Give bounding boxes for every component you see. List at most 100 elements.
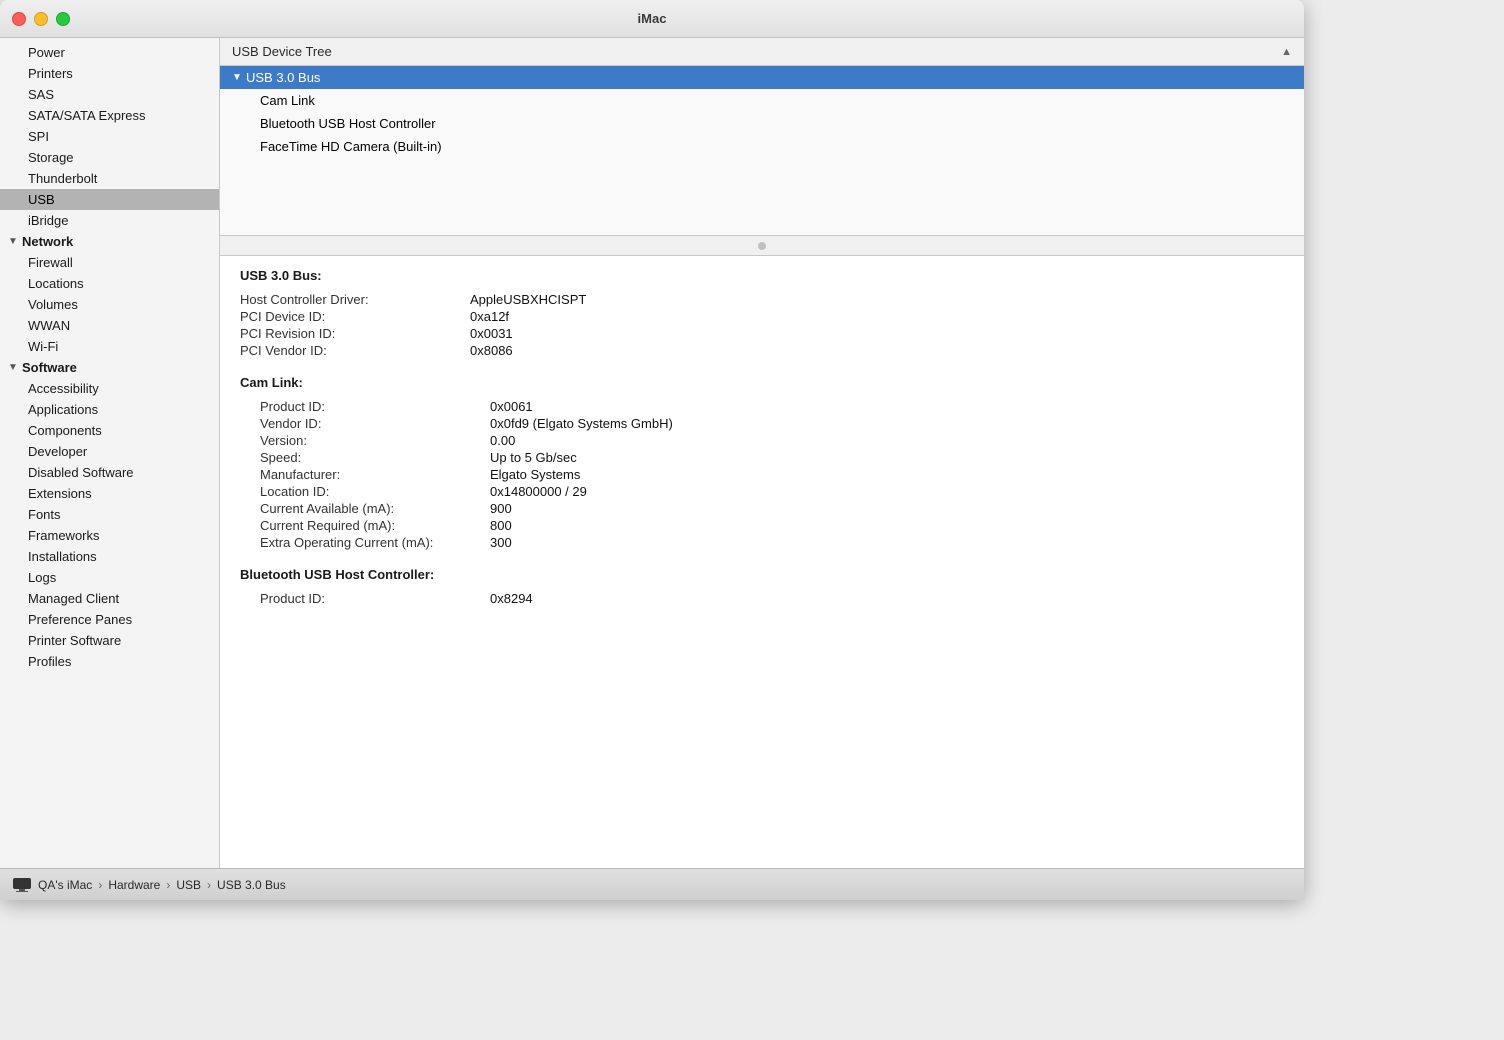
bottom-bar: QA's iMac › Hardware › USB › USB 3.0 Bus (0, 868, 1304, 900)
traffic-lights (12, 12, 70, 26)
sidebar-item-power[interactable]: Power (0, 42, 219, 63)
bluetooth-title: Bluetooth USB Host Controller: (240, 567, 1284, 582)
detail-value: 0.00 (490, 432, 1284, 449)
sidebar-item-network[interactable]: ▼ Network (0, 231, 219, 252)
detail-label: Current Available (mA): (260, 500, 490, 517)
sidebar-item-developer[interactable]: Developer (0, 441, 219, 462)
sidebar-item-managed-client[interactable]: Managed Client (0, 588, 219, 609)
sidebar-item-preference-panes[interactable]: Preference Panes (0, 609, 219, 630)
minimize-button[interactable] (34, 12, 48, 26)
breadcrumb-separator-0: › (98, 878, 102, 892)
detail-value: 0x0061 (490, 398, 1284, 415)
sidebar-item-components[interactable]: Components (0, 420, 219, 441)
tree-item-usb30bus[interactable]: ▼ USB 3.0 Bus (220, 66, 1304, 89)
sidebar-item-fonts[interactable]: Fonts (0, 504, 219, 525)
sidebar-item-locations[interactable]: Locations (0, 273, 219, 294)
tree-item-camlink[interactable]: Cam Link (220, 89, 1304, 112)
detail-label: Product ID: (260, 398, 490, 415)
detail-label: Location ID: (260, 483, 490, 500)
sidebar-item-frameworks[interactable]: Frameworks (0, 525, 219, 546)
sidebar-item-printers[interactable]: Printers (0, 63, 219, 84)
detail-value: 300 (490, 534, 1284, 551)
tree-item-label: Bluetooth USB Host Controller (260, 116, 436, 131)
sidebar-item-label: SATA/SATA Express (28, 108, 146, 123)
sidebar-item-profiles[interactable]: Profiles (0, 651, 219, 672)
title-bar: iMac (0, 0, 1304, 38)
usb-tree-panel[interactable]: ▼ USB 3.0 Bus Cam Link Bluetooth USB Hos… (220, 66, 1304, 236)
sidebar-item-disabled-software[interactable]: Disabled Software (0, 462, 219, 483)
usb-device-tree-header: USB Device Tree ▲ (220, 38, 1304, 66)
sidebar-item-sas[interactable]: SAS (0, 84, 219, 105)
sidebar-item-label: Printer Software (28, 633, 121, 648)
detail-value: 0x0031 (470, 325, 1284, 342)
sidebar-item-wwan[interactable]: WWAN (0, 315, 219, 336)
sidebar-item-wifi[interactable]: Wi-Fi (0, 336, 219, 357)
sidebar-item-thunderbolt[interactable]: Thunderbolt (0, 168, 219, 189)
sidebar-item-label: Fonts (28, 507, 61, 522)
usb-tree-title: USB Device Tree (232, 44, 332, 59)
detail-label: PCI Vendor ID: (240, 342, 470, 359)
sidebar-item-storage[interactable]: Storage (0, 147, 219, 168)
sidebar-item-extensions[interactable]: Extensions (0, 483, 219, 504)
sidebar-item-label: Firewall (28, 255, 73, 270)
breadcrumb-item-0: QA's iMac (38, 878, 92, 892)
detail-label: Current Required (mA): (260, 517, 490, 534)
collapse-icon[interactable]: ▲ (1281, 46, 1292, 58)
detail-label: Extra Operating Current (mA): (260, 534, 490, 551)
sidebar-item-software[interactable]: ▼ Software (0, 357, 219, 378)
sidebar-item-installations[interactable]: Installations (0, 546, 219, 567)
detail-panel: USB 3.0 Bus: Host Controller Driver: App… (220, 256, 1304, 868)
sidebar-item-label: Locations (28, 276, 84, 291)
sidebar-item-ibridge[interactable]: iBridge (0, 210, 219, 231)
detail-label: Host Controller Driver: (240, 291, 470, 308)
sidebar-item-label: SAS (28, 87, 54, 102)
camlink-title: Cam Link: (240, 375, 1284, 390)
sidebar-item-label: Profiles (28, 654, 71, 669)
close-button[interactable] (12, 12, 26, 26)
sidebar-item-label: SPI (28, 129, 49, 144)
detail-label: Manufacturer: (260, 466, 490, 483)
sidebar-item-label: Extensions (28, 486, 92, 501)
breadcrumb-item-3: USB 3.0 Bus (217, 878, 286, 892)
triangle-icon: ▼ (8, 362, 18, 373)
breadcrumb-separator-1: › (166, 878, 170, 892)
detail-value: Elgato Systems (490, 466, 1284, 483)
camlink-table: Product ID: 0x0061 Vendor ID: 0x0fd9 (El… (240, 398, 1284, 551)
sidebar-item-label: iBridge (28, 213, 68, 228)
sidebar: Power Printers SAS SATA/SATA Express SPI… (0, 38, 220, 868)
sidebar-item-sata[interactable]: SATA/SATA Express (0, 105, 219, 126)
usb30bus-title: USB 3.0 Bus: (240, 268, 1284, 283)
sidebar-item-printer-software[interactable]: Printer Software (0, 630, 219, 651)
tree-item-facetime[interactable]: FaceTime HD Camera (Built-in) (220, 135, 1304, 158)
main-layout: Power Printers SAS SATA/SATA Express SPI… (0, 38, 1304, 868)
content-area: USB Device Tree ▲ ▼ USB 3.0 Bus Cam Link… (220, 38, 1304, 868)
detail-value: 0x8294 (490, 590, 1284, 607)
detail-label: Version: (260, 432, 490, 449)
maximize-button[interactable] (56, 12, 70, 26)
detail-label: Product ID: (260, 590, 490, 607)
detail-value: 800 (490, 517, 1284, 534)
detail-value: 0xa12f (470, 308, 1284, 325)
detail-value: 0x0fd9 (Elgato Systems GmbH) (490, 415, 1284, 432)
sidebar-item-label: Developer (28, 444, 87, 459)
triangle-icon: ▼ (232, 72, 242, 83)
tree-item-label: USB 3.0 Bus (246, 70, 320, 85)
sidebar-item-usb[interactable]: USB (0, 189, 219, 210)
scroll-dot (758, 242, 766, 250)
scroll-separator (220, 236, 1304, 256)
sidebar-item-accessibility[interactable]: Accessibility (0, 378, 219, 399)
sidebar-item-label: Network (22, 234, 73, 249)
sidebar-item-label: USB (28, 192, 55, 207)
sidebar-item-spi[interactable]: SPI (0, 126, 219, 147)
breadcrumb-item-2: USB (176, 878, 201, 892)
sidebar-item-firewall[interactable]: Firewall (0, 252, 219, 273)
sidebar-item-volumes[interactable]: Volumes (0, 294, 219, 315)
tree-item-bluetooth[interactable]: Bluetooth USB Host Controller (220, 112, 1304, 135)
sidebar-item-logs[interactable]: Logs (0, 567, 219, 588)
detail-label: Speed: (260, 449, 490, 466)
sidebar-item-label: Frameworks (28, 528, 100, 543)
sidebar-item-label: Preference Panes (28, 612, 132, 627)
detail-value: 0x14800000 / 29 (490, 483, 1284, 500)
breadcrumb-separator-2: › (207, 878, 211, 892)
sidebar-item-applications[interactable]: Applications (0, 399, 219, 420)
